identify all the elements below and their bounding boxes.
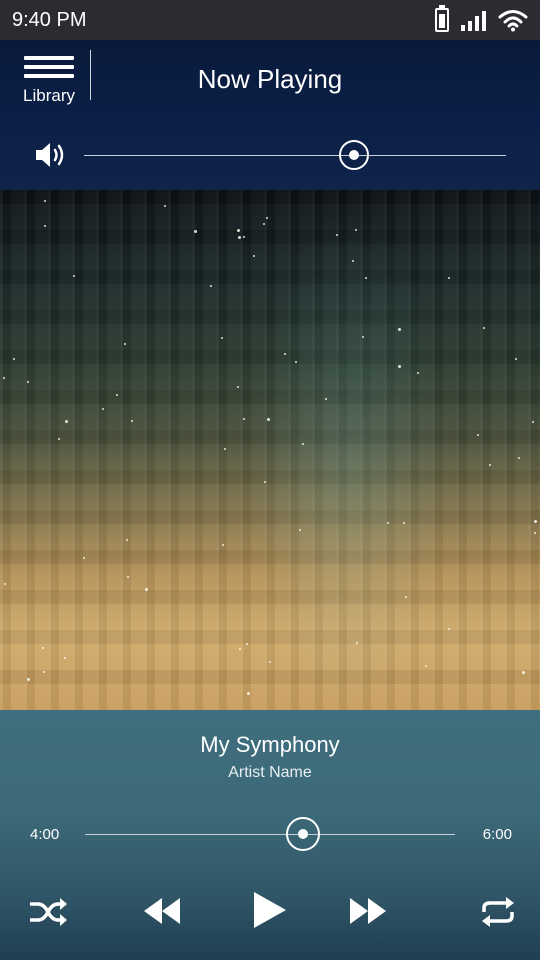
playback-controls	[0, 890, 540, 934]
header: Library Now Playing	[0, 40, 540, 190]
signal-icon	[461, 9, 486, 31]
song-title: My Symphony	[200, 732, 340, 757]
volume-slider-track[interactable]	[84, 155, 506, 156]
volume-control	[34, 136, 506, 176]
total-duration: 6:00	[482, 826, 512, 843]
play-icon[interactable]	[252, 890, 288, 930]
player-panel: My Symphony Artist Name 4:00 6:00	[0, 710, 540, 960]
volume-slider-thumb[interactable]	[339, 140, 370, 170]
fast-forward-icon[interactable]	[348, 896, 388, 926]
album-artwork	[0, 190, 540, 710]
progress-slider-thumb[interactable]	[286, 817, 321, 851]
rewind-icon[interactable]	[142, 896, 182, 926]
page-title: Now Playing	[197, 64, 343, 94]
status-bar: 9:40 PM	[0, 0, 540, 40]
wifi-icon	[498, 10, 528, 32]
artist-name: Artist Name	[228, 764, 312, 781]
speaker-volume-icon[interactable]	[34, 140, 70, 170]
shuffle-icon[interactable]	[28, 898, 68, 926]
status-icons	[435, 5, 528, 32]
battery-icon	[435, 5, 449, 32]
elapsed-time: 4:00	[30, 826, 60, 843]
status-time: 9:40 PM	[12, 8, 87, 31]
progress-slider-track[interactable]	[85, 834, 455, 835]
repeat-icon[interactable]	[478, 896, 518, 928]
